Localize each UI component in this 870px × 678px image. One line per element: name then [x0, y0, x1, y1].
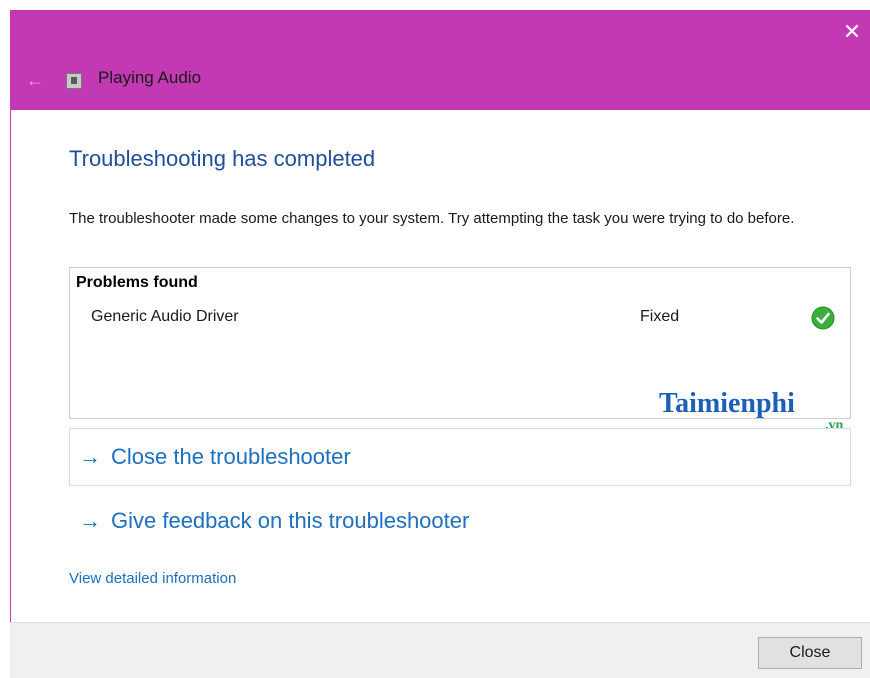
view-details-link[interactable]: View detailed information: [69, 570, 236, 587]
arrow-right-icon: →: [79, 508, 101, 533]
problems-header: Problems found: [76, 274, 198, 291]
arrow-right-icon: →: [79, 444, 101, 469]
close-icon[interactable]: ✕: [840, 20, 864, 44]
description-text: The troubleshooter made some changes to …: [69, 210, 795, 227]
back-arrow-icon[interactable]: ←: [20, 70, 50, 90]
footer-bar: Close: [10, 622, 870, 678]
close-link-label: Close the troubleshooter: [111, 444, 351, 469]
troubleshooter-icon: [66, 73, 82, 89]
page-title: Troubleshooting has completed: [69, 146, 376, 171]
check-circle-icon: [811, 306, 835, 330]
give-feedback-link[interactable]: → Give feedback on this troubleshooter: [79, 508, 469, 534]
problem-status: Fixed: [640, 308, 680, 325]
watermark-text: Taimienphi: [659, 388, 795, 419]
content-area: Troubleshooting has completed The troubl…: [10, 110, 870, 622]
feedback-link-label: Give feedback on this troubleshooter: [111, 508, 470, 533]
close-troubleshooter-link[interactable]: → Close the troubleshooter: [79, 444, 351, 470]
problem-name: Generic Audio Driver: [91, 308, 239, 325]
title-bar: ← Playing Audio ✕: [10, 10, 870, 110]
close-button[interactable]: Close: [758, 637, 862, 669]
window-title: Playing Audio: [98, 68, 202, 87]
